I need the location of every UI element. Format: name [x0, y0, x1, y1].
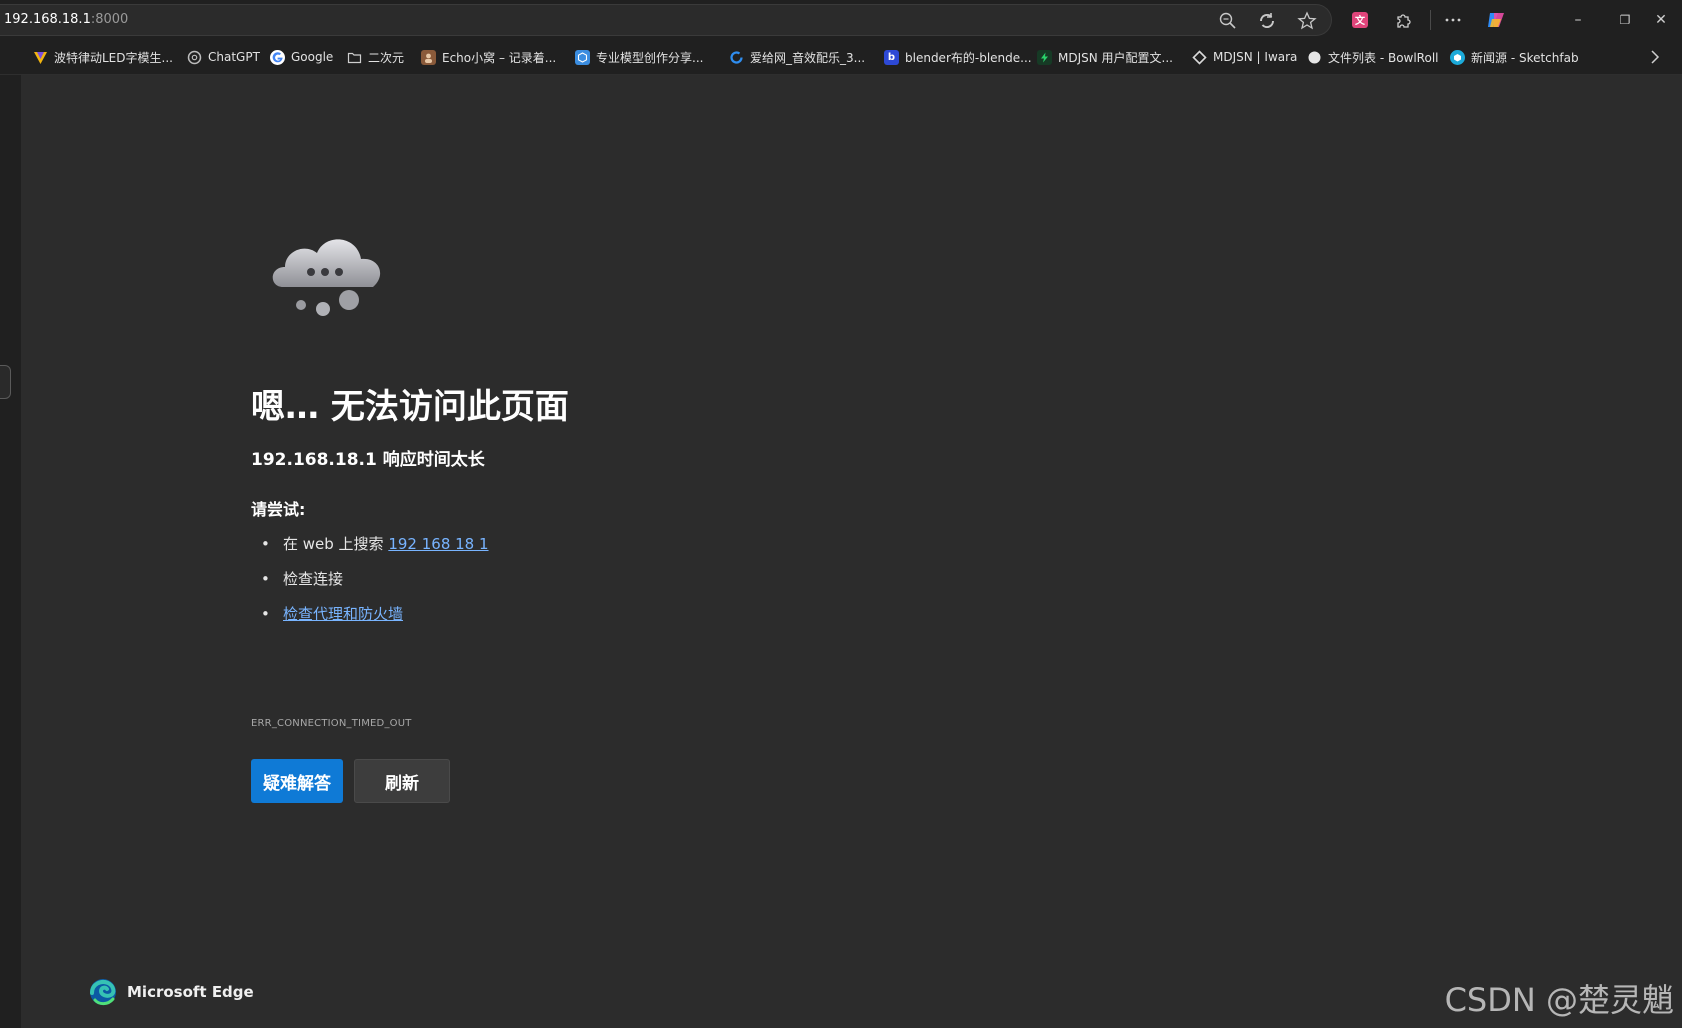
bookmark-label: 波特律动LED字模生...	[54, 50, 173, 65]
minimize-button[interactable]: –	[1567, 9, 1589, 31]
restore-button[interactable]: ❐	[1614, 9, 1636, 31]
bookmark-label: 专业模型创作分享...	[596, 50, 704, 65]
chevron-right-icon[interactable]	[1646, 48, 1664, 66]
colorful-v-icon	[33, 50, 48, 65]
bookmark-item[interactable]: MDJSN 用户配置文...	[1037, 40, 1173, 74]
bullet: •	[261, 605, 270, 623]
bookmark-item[interactable]: ChatGPT	[187, 40, 260, 74]
model-site-icon	[575, 49, 590, 65]
bookmark-label: Google	[291, 50, 334, 64]
edge-logo-icon	[90, 979, 116, 1006]
suggestion-list: • 在 web 上搜索 192 168 18 1 • 检查连接 • 检查代理和防…	[251, 527, 489, 632]
toolbar-separator	[1430, 10, 1431, 30]
tip-check-connection: 检查连接	[283, 570, 344, 588]
sketchfab-icon	[1450, 49, 1465, 65]
bookmark-label: Echo小窝 – 记录着...	[442, 50, 557, 65]
try-label: 请尝试:	[251, 500, 306, 519]
bookmark-label: blender布的-blende...	[905, 50, 1032, 65]
immersive-reader-icon[interactable]	[1257, 11, 1277, 31]
bookmarks-bar: 波特律动LED字模生... ChatGPT Google 二次元 Echo小窝 …	[0, 40, 1682, 75]
bullet: •	[261, 570, 270, 588]
svg-text:文: 文	[1355, 14, 1366, 27]
address-url[interactable]: 192.168.18.1:8000	[4, 12, 128, 27]
bookmark-label: 新闻源 - Sketchfab	[1471, 50, 1579, 65]
diamond-icon	[1192, 49, 1207, 65]
error-page: 嗯… 无法访问此页面 192.168.18.1 响应时间太长 请尝试: • 在 …	[21, 75, 1682, 1028]
bookmark-label: 二次元	[368, 50, 405, 65]
circle-icon	[1307, 50, 1322, 65]
refresh-button[interactable]: 刷新	[354, 759, 450, 803]
google-icon	[270, 49, 285, 65]
bookmark-label: MDJSN | Iwara	[1213, 50, 1298, 64]
url-host: 192.168.18.1	[4, 12, 91, 27]
bookmark-item[interactable]: Echo小窝 – 记录着...	[421, 40, 556, 74]
bookmark-item[interactable]: MDJSN | Iwara	[1192, 40, 1297, 74]
search-web-link[interactable]: 192 168 18 1	[388, 535, 488, 553]
bullet: •	[261, 535, 270, 553]
bookmark-item[interactable]: 波特律动LED字模生...	[33, 40, 173, 74]
error-subtitle: 192.168.18.1 响应时间太长	[251, 450, 485, 470]
b-icon: b	[884, 49, 899, 65]
bookmark-item[interactable]: 爱给网_音效配乐_3...	[729, 40, 865, 74]
sidebar-rail	[0, 75, 21, 1028]
address-bar[interactable]: 192.168.18.1:8000	[0, 4, 1332, 36]
bookmark-item[interactable]: 专业模型创作分享...	[575, 40, 703, 74]
openai-icon	[187, 50, 202, 65]
bookmark-label: ChatGPT	[208, 50, 260, 64]
bookmark-item[interactable]: b blender布的-blende...	[884, 40, 1032, 74]
bookmark-item[interactable]: Google	[270, 40, 333, 74]
bookmark-label: MDJSN 用户配置文...	[1058, 50, 1173, 65]
cloud-illustration-icon	[272, 239, 381, 316]
tip-search-text: 在 web 上搜索	[283, 535, 389, 553]
sidebar-toggle-handle[interactable]	[0, 365, 11, 399]
extensions-puzzle-icon[interactable]	[1393, 9, 1415, 31]
bookmark-item[interactable]: 文件列表 - BowlRoll	[1307, 40, 1439, 74]
list-item: • 检查代理和防火墙	[251, 597, 489, 632]
bookmark-item[interactable]: 新闻源 - Sketchfab	[1450, 40, 1579, 74]
troubleshoot-button[interactable]: 疑难解答	[251, 759, 343, 803]
more-options-icon[interactable]	[1442, 9, 1464, 31]
bookmark-label: 文件列表 - BowlRoll	[1328, 50, 1439, 65]
avatar-icon	[421, 49, 436, 65]
csdn-watermark: CSDN @楚灵魈	[1444, 981, 1674, 1019]
folder-icon	[347, 50, 362, 65]
brand-name: Microsoft Edge	[127, 983, 254, 1001]
check-proxy-firewall-link[interactable]: 检查代理和防火墙	[283, 605, 403, 623]
copilot-icon[interactable]	[1485, 9, 1507, 31]
list-item: • 在 web 上搜索 192 168 18 1	[251, 527, 489, 562]
browser-toolbar: 192.168.18.1:8000 文 – ❐ ✕	[0, 0, 1682, 40]
bookmark-item[interactable]: 二次元	[347, 40, 404, 74]
close-button[interactable]: ✕	[1650, 9, 1672, 31]
zoom-icon[interactable]	[1218, 11, 1238, 31]
favorite-star-icon[interactable]	[1297, 11, 1317, 31]
error-code: ERR_CONNECTION_TIMED_OUT	[251, 718, 412, 729]
page-title: 嗯… 无法访问此页面	[251, 387, 569, 427]
url-port: :8000	[90, 12, 129, 27]
bookmark-label: 爱给网_音效配乐_3...	[750, 50, 866, 65]
lightning-icon	[1037, 49, 1052, 65]
aigei-icon	[729, 50, 744, 65]
list-item: • 检查连接	[251, 562, 489, 597]
translate-extension-icon[interactable]: 文	[1349, 9, 1371, 31]
edge-branding: Microsoft Edge	[89, 978, 254, 1006]
